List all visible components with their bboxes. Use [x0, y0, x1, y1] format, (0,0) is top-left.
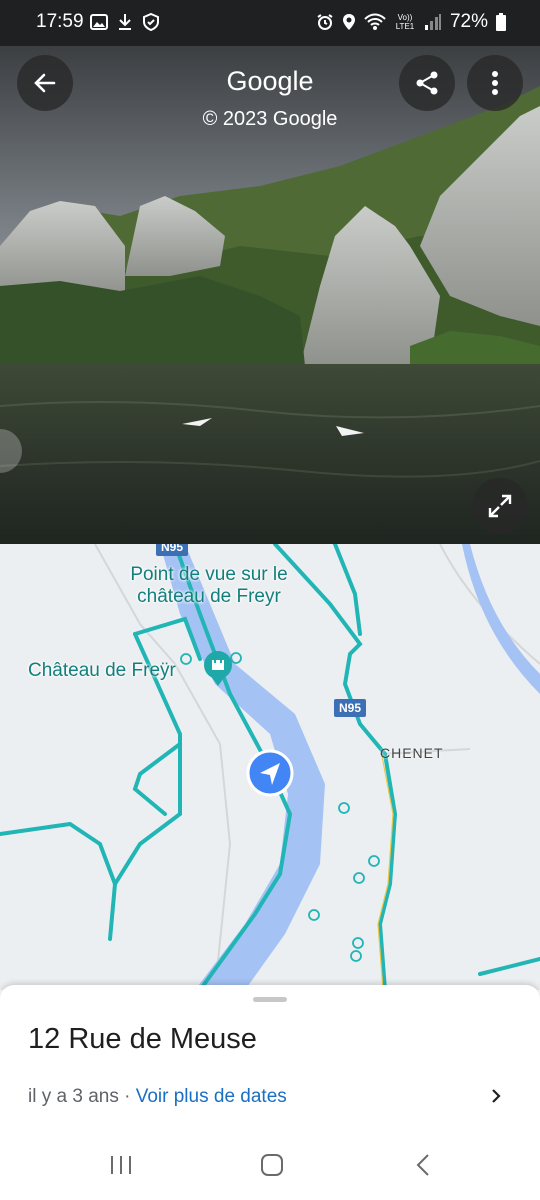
location-icon: [342, 14, 355, 30]
gallery-icon: [90, 14, 108, 30]
street-view-copyright: © 2023 Google: [202, 108, 338, 130]
date-info: il y a 3 ans · Voir plus de dates: [28, 1086, 287, 1108]
map-canvas[interactable]: [0, 544, 540, 990]
share-button[interactable]: [399, 55, 455, 111]
status-bar: 17:59 Vo)) LTE1 72%: [0, 0, 540, 46]
back-nav-icon[interactable]: [415, 1153, 431, 1177]
more-icon: [492, 71, 498, 95]
share-icon: [416, 71, 438, 95]
home-icon[interactable]: [260, 1153, 284, 1177]
road-badge-n95: N95: [334, 699, 367, 717]
poi-viewpoint-line1: Point de vue sur le: [130, 564, 288, 585]
date-text: il y a 3 ans ·: [28, 1086, 136, 1107]
chevron-right-icon[interactable]: [490, 1086, 502, 1106]
poi-castle-label[interactable]: Château de Freÿr: [28, 660, 176, 682]
map-view[interactable]: N95 N95 CHENET Point de vue sur le châte…: [0, 544, 540, 990]
alarm-icon: [317, 14, 333, 30]
signal-icon: [424, 14, 441, 30]
status-left-icons: [90, 13, 160, 31]
back-icon: [34, 73, 56, 93]
system-nav-bar: [0, 1140, 540, 1200]
address-title: 12 Rue de Meuse: [28, 1023, 257, 1055]
wifi-icon: [364, 13, 386, 30]
volte-icon: Vo)) LTE1: [395, 13, 415, 31]
expand-button[interactable]: [472, 478, 528, 534]
town-label-chenet[interactable]: CHENET: [380, 745, 444, 761]
more-options-button[interactable]: [467, 55, 523, 111]
back-button[interactable]: [17, 55, 73, 111]
sheet-handle[interactable]: [253, 997, 287, 1002]
street-view-panorama[interactable]: Google © 2023 Google: [0, 46, 540, 544]
expand-icon: [488, 494, 512, 518]
poi-viewpoint-line2: château de Freyr: [137, 586, 281, 607]
poi-viewpoint-label[interactable]: Point de vue sur le château de Freyr: [100, 564, 318, 608]
street-view-title: Google: [226, 66, 314, 96]
battery-percent: 72%: [449, 11, 488, 32]
battery-icon: [496, 13, 506, 31]
road-badge-n95-top: N95: [156, 544, 189, 556]
download-icon: [119, 14, 131, 30]
shield-icon: [143, 13, 159, 31]
status-time: 17:59: [36, 11, 84, 32]
recents-icon[interactable]: [109, 1154, 133, 1176]
status-right-icons: Vo)) LTE1 72%: [316, 11, 506, 33]
more-dates-link[interactable]: Voir plus de dates: [136, 1086, 287, 1107]
